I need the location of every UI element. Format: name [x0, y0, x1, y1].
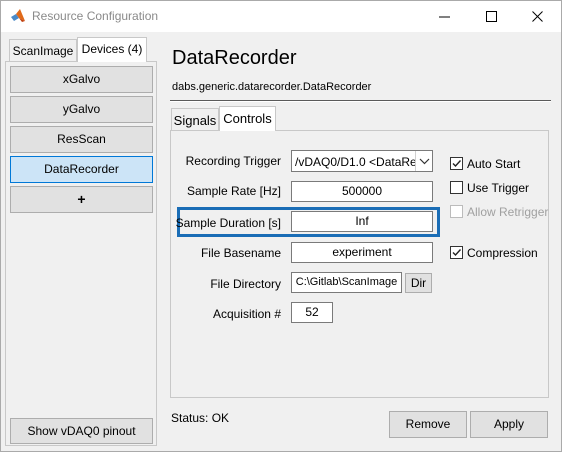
- compression-label: Compression: [467, 246, 538, 260]
- resource-configuration-window: Resource Configuration ScanImage Devices…: [0, 0, 562, 452]
- device-title: DataRecorder: [172, 47, 297, 69]
- recording-trigger-dropdown[interactable]: /vDAQ0/D1.0 <DataRe...: [291, 150, 433, 172]
- recording-trigger-label: Recording Trigger: [185, 154, 281, 168]
- close-button[interactable]: [515, 1, 561, 32]
- checkmark-icon: [452, 160, 462, 168]
- sample-duration-label: Sample Duration [s]: [175, 216, 281, 230]
- device-class-path: dabs.generic.datarecorder.DataRecorder: [172, 81, 372, 93]
- maximize-button[interactable]: [469, 1, 515, 32]
- file-directory-field[interactable]: C:\Gitlab\ScanImage: [291, 272, 402, 293]
- tab-controls[interactable]: Controls: [219, 106, 276, 131]
- allow-retrigger-checkbox[interactable]: [450, 205, 463, 218]
- sample-rate-label: Sample Rate [Hz]: [186, 184, 281, 198]
- checkmark-icon: [452, 249, 462, 257]
- chevron-down-icon: [415, 151, 432, 171]
- apply-button[interactable]: Apply: [470, 411, 548, 438]
- matlab-icon: [10, 8, 26, 24]
- file-basename-label: File Basename: [200, 246, 281, 260]
- tab-devices[interactable]: Devices (4): [77, 37, 147, 62]
- allow-retrigger-label: Allow Retrigger: [467, 205, 549, 219]
- compression-checkbox[interactable]: [450, 246, 463, 259]
- sample-duration-field[interactable]: Inf: [291, 211, 433, 232]
- file-basename-field[interactable]: experiment: [291, 242, 433, 263]
- auto-start-checkbox[interactable]: [450, 157, 463, 170]
- header-divider: [170, 100, 551, 102]
- remove-button[interactable]: Remove: [389, 411, 467, 438]
- auto-start-label: Auto Start: [467, 157, 521, 171]
- minimize-button[interactable]: [422, 1, 468, 32]
- device-list-panel: xGalvo yGalvo ResScan DataRecorder + Sho…: [5, 61, 157, 446]
- use-trigger-label: Use Trigger: [467, 181, 530, 195]
- title-bar: Resource Configuration: [1, 1, 561, 32]
- show-pinout-button[interactable]: Show vDAQ0 pinout: [10, 418, 153, 444]
- status-text: Status: OK: [171, 411, 230, 425]
- device-button-resscan[interactable]: ResScan: [10, 126, 153, 153]
- minimize-icon: [439, 16, 450, 18]
- window-title: Resource Configuration: [32, 9, 159, 23]
- maximize-icon: [486, 11, 497, 22]
- recording-trigger-value: /vDAQ0/D1.0 <DataRe...: [295, 155, 427, 169]
- add-device-button[interactable]: +: [10, 186, 153, 213]
- device-button-datarecorder[interactable]: DataRecorder: [10, 156, 153, 183]
- device-button-ygalvo[interactable]: yGalvo: [10, 96, 153, 123]
- close-icon: [532, 11, 543, 22]
- tab-signals[interactable]: Signals: [171, 108, 219, 131]
- use-trigger-checkbox[interactable]: [450, 181, 463, 194]
- acquisition-number-field[interactable]: 52: [291, 302, 333, 323]
- file-directory-label: File Directory: [210, 277, 281, 291]
- dir-browse-button[interactable]: Dir: [405, 273, 432, 293]
- acquisition-label: Acquisition #: [212, 307, 281, 321]
- tab-scanimage[interactable]: ScanImage: [9, 39, 77, 62]
- device-button-xgalvo[interactable]: xGalvo: [10, 66, 153, 93]
- sample-rate-field[interactable]: 500000: [291, 181, 433, 202]
